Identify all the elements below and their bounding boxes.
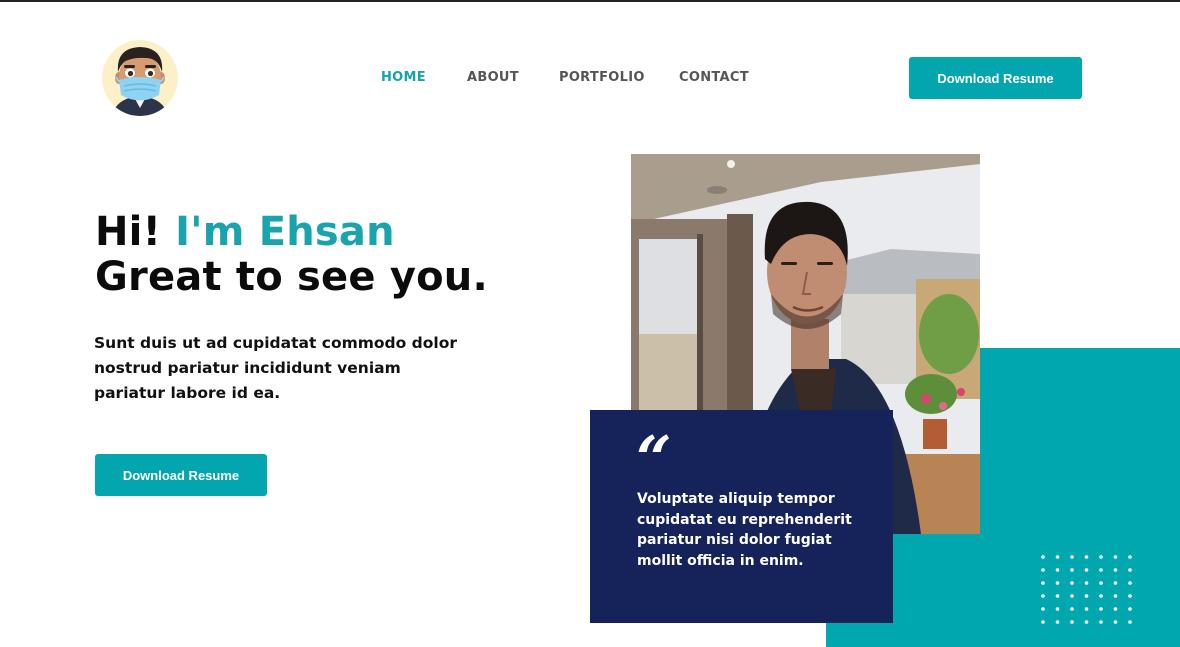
header-download-resume-button[interactable]: Download Resume bbox=[909, 57, 1082, 99]
top-border-line bbox=[0, 0, 1180, 2]
dot-grid-decoration bbox=[1041, 555, 1132, 624]
hero-line-1: Hi! I'm Ehsan bbox=[95, 210, 395, 254]
hero-greeting: Hi! bbox=[95, 209, 162, 255]
hero-lead-text: Sunt duis ut ad cupidatat commodo dolor … bbox=[94, 334, 458, 402]
hero-download-resume-button[interactable]: Download Resume bbox=[95, 454, 267, 496]
quote-mark-icon: “ bbox=[636, 422, 672, 495]
nav-contact[interactable]: CONTACT bbox=[679, 70, 749, 85]
nav-about[interactable]: ABOUT bbox=[467, 70, 519, 85]
hero-subtitle: Great to see you. bbox=[95, 254, 488, 300]
nav-home[interactable]: HOME bbox=[381, 70, 426, 85]
quote-text: Voluptate aliquip tempor cupidatat eu re… bbox=[637, 491, 852, 569]
quote-card: “ Voluptate aliquip tempor cupidatat eu … bbox=[590, 410, 893, 623]
hero-name: I'm Ehsan bbox=[175, 209, 395, 255]
nav-portfolio[interactable]: PORTFOLIO bbox=[559, 70, 645, 85]
